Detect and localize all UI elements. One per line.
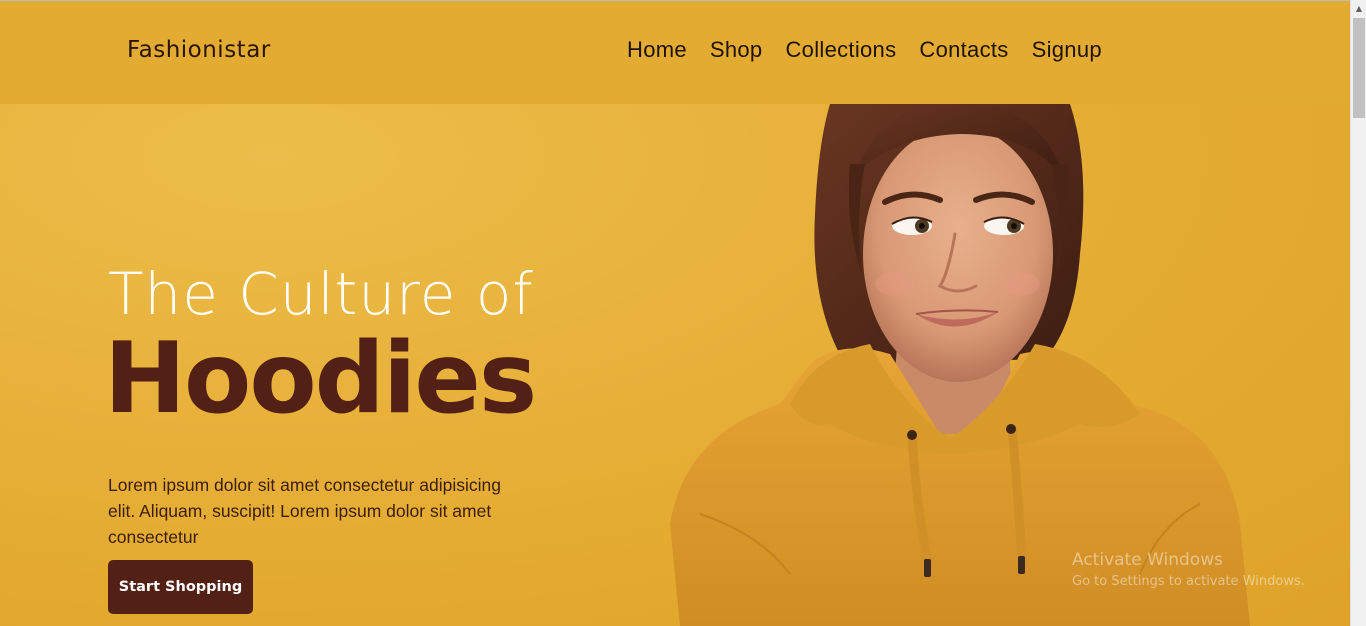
hero-model-image xyxy=(670,104,1250,626)
hero-headline-bold: Hoodies xyxy=(104,322,537,436)
site-header: Fashionistar Home Shop Collections Conta… xyxy=(0,1,1350,104)
hero-section: The Culture of Hoodies Lorem ipsum dolor… xyxy=(0,104,1350,626)
watermark-subtitle: Go to Settings to activate Windows. xyxy=(1072,574,1305,589)
site-logo[interactable]: Fashionistar xyxy=(127,37,271,63)
nav-collections[interactable]: Collections xyxy=(785,37,896,63)
windows-activation-watermark: Activate Windows Go to Settings to activ… xyxy=(1072,550,1305,589)
nav-home[interactable]: Home xyxy=(627,37,687,63)
page-scrollbar[interactable]: ▲ xyxy=(1350,0,1366,626)
chevron-up-icon[interactable]: ▲ xyxy=(1351,0,1366,17)
main-nav: Home Shop Collections Contacts Signup xyxy=(627,37,1102,63)
start-shopping-button[interactable]: Start Shopping xyxy=(108,560,253,614)
nav-signup[interactable]: Signup xyxy=(1032,37,1102,63)
nav-shop[interactable]: Shop xyxy=(710,37,763,63)
watermark-title: Activate Windows xyxy=(1072,550,1223,570)
hero-description: Lorem ipsum dolor sit amet consectetur a… xyxy=(108,475,501,547)
hero-headline-light: The Culture of xyxy=(108,260,534,328)
nav-contacts[interactable]: Contacts xyxy=(919,37,1008,63)
scrollbar-thumb[interactable] xyxy=(1353,18,1365,118)
